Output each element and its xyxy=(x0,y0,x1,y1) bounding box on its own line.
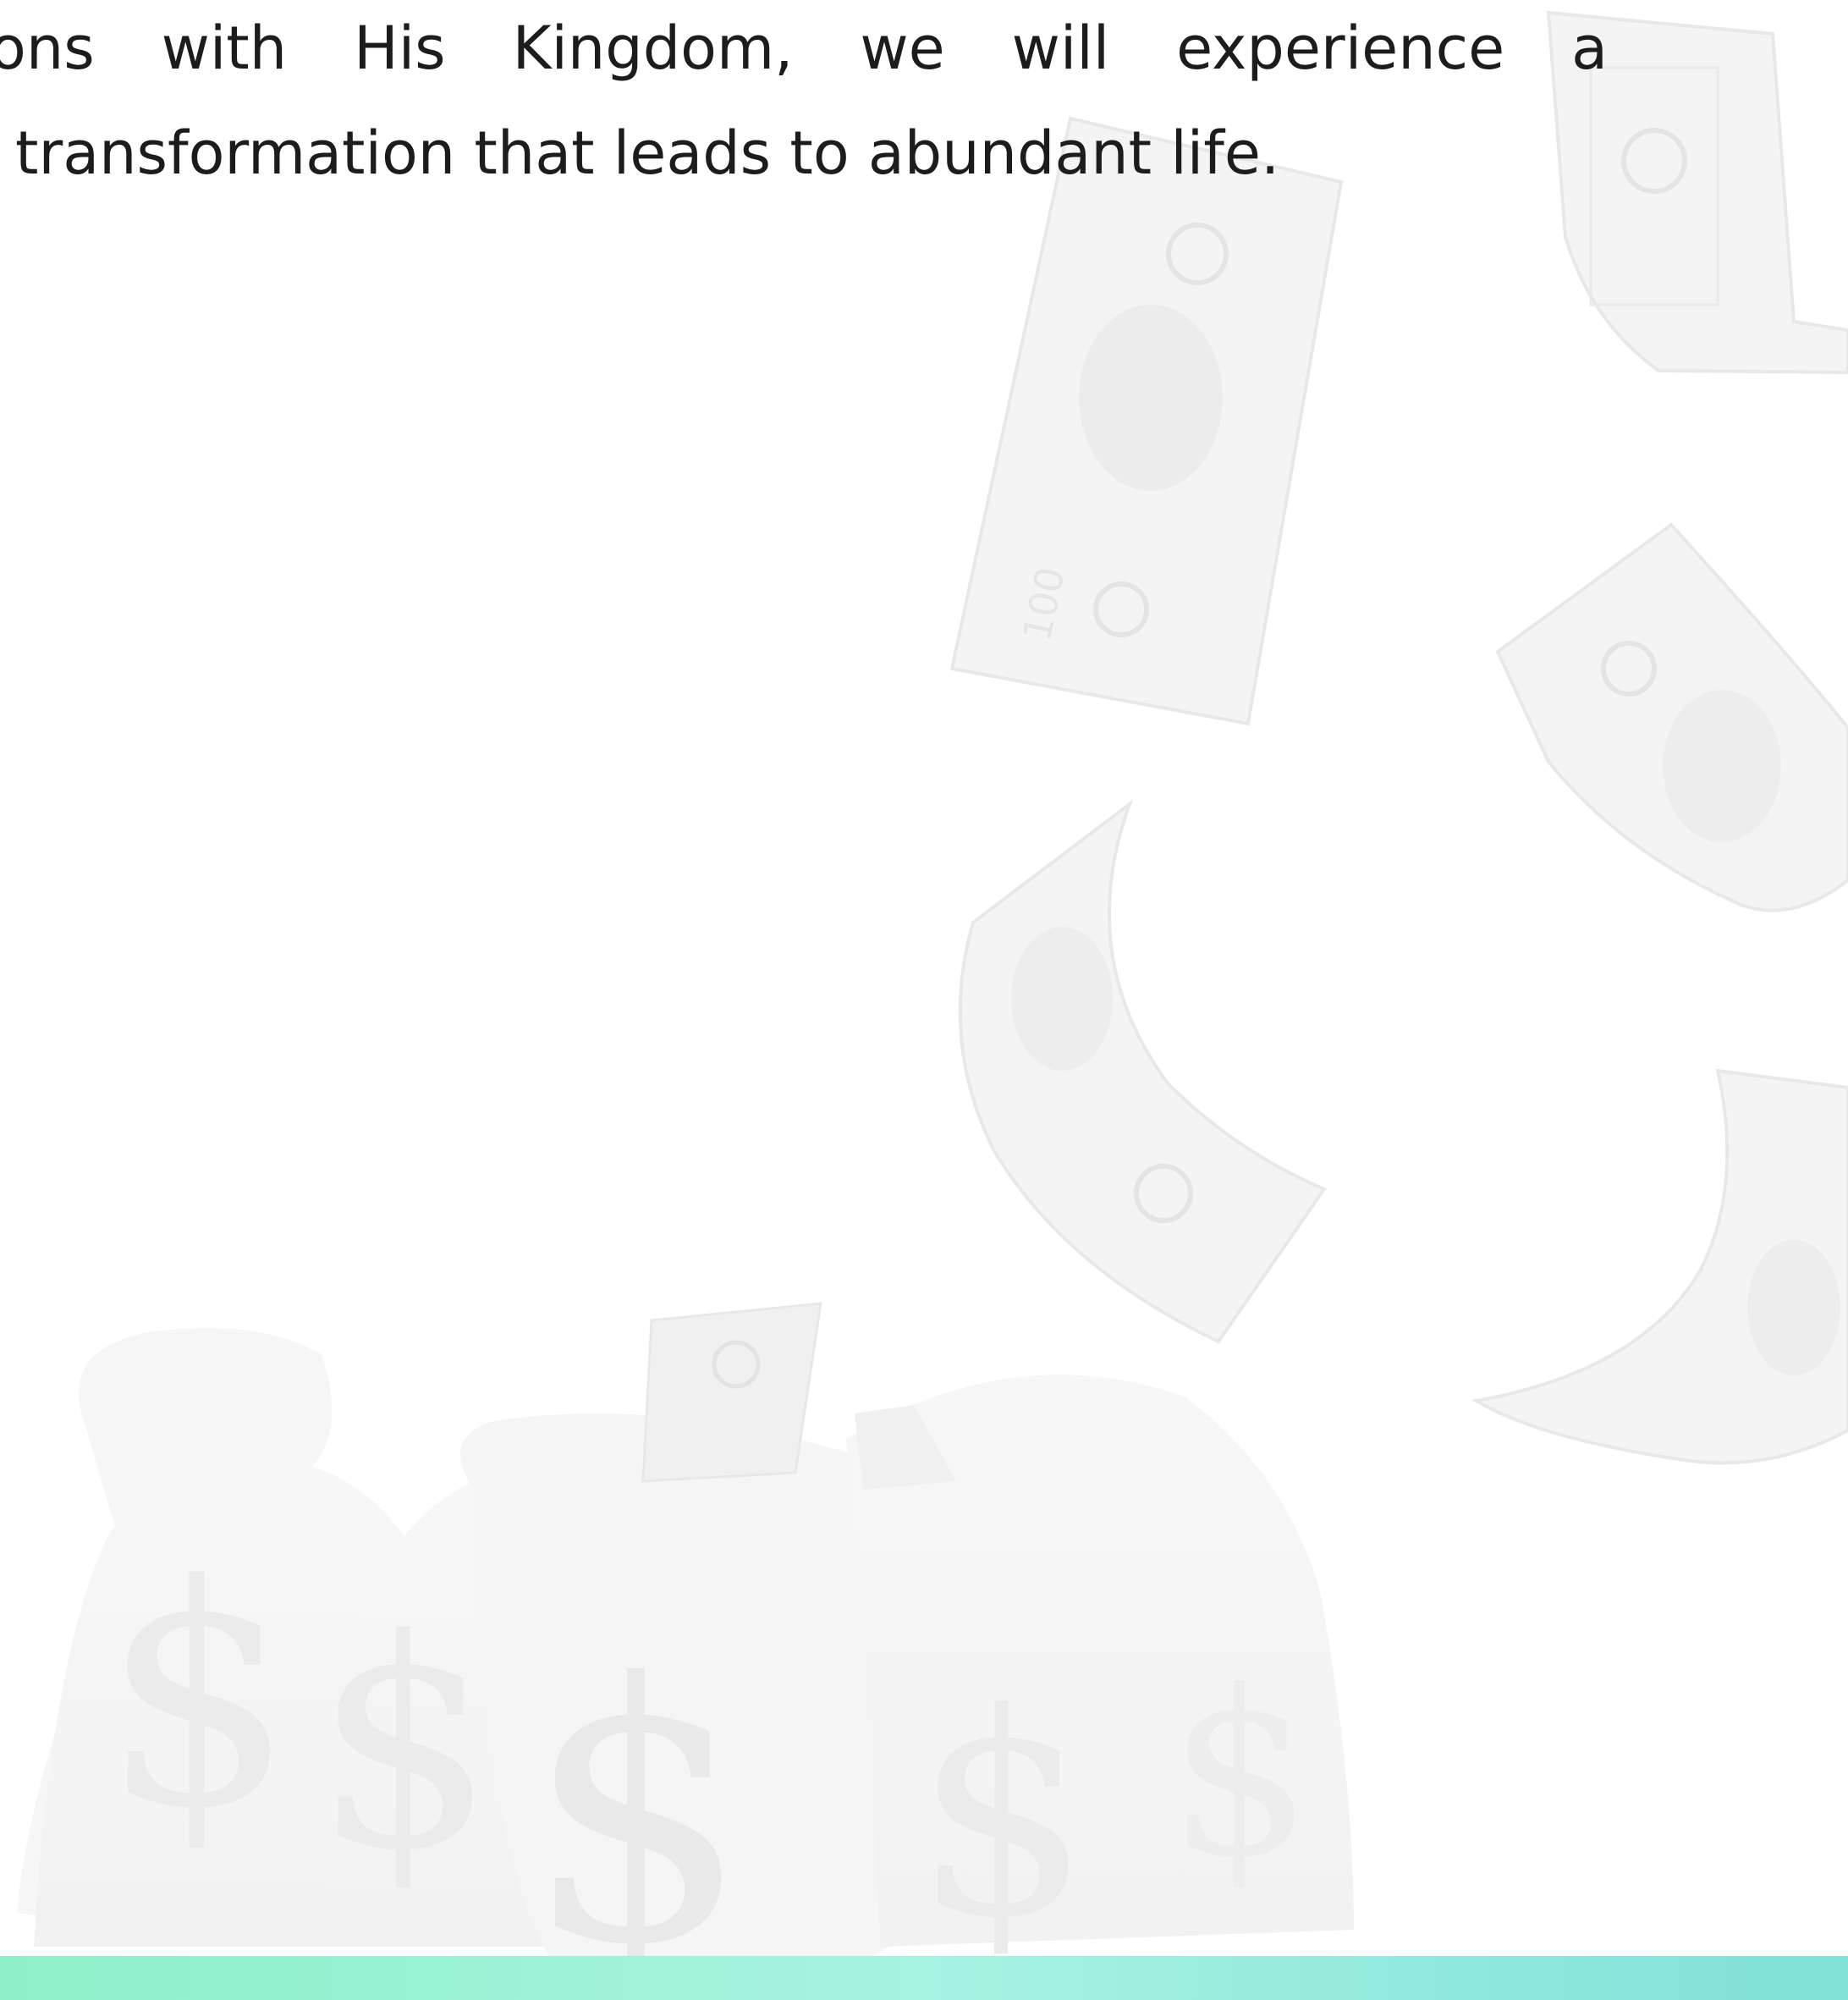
banknote-icon xyxy=(958,799,1328,1344)
word: ons xyxy=(0,14,95,83)
svg-text:$: $ xyxy=(525,1609,751,2000)
banknote-icon xyxy=(1471,1068,1848,1465)
banknote-icon xyxy=(1495,522,1848,912)
word: we xyxy=(860,14,945,83)
svg-text:$: $ xyxy=(102,1520,295,1875)
document-page: 100 $ $ $ $ $ ons with His Kingdom, we w… xyxy=(0,0,1848,2000)
word: Kingdom, xyxy=(512,14,794,83)
word: with xyxy=(161,14,288,83)
word: a xyxy=(1571,14,1608,83)
word: His xyxy=(354,14,446,83)
paragraph-line-2: transformation that leads to abundant li… xyxy=(15,118,1280,188)
paragraph-line-1: ons with His Kingdom, we will experience… xyxy=(0,19,1608,78)
svg-text:$: $ xyxy=(1168,1641,1313,1908)
word: experience xyxy=(1176,14,1505,83)
word: will xyxy=(1011,14,1110,83)
svg-text:$: $ xyxy=(313,1579,496,1914)
falling-money-bags-icon: 100 $ $ $ $ $ xyxy=(17,10,1848,2000)
money-bags-icon: $ $ $ $ $ xyxy=(17,1302,1354,2000)
svg-text:$: $ xyxy=(914,1654,1092,1979)
footer-accent-bar xyxy=(0,1956,1848,2000)
banknote-icon: 100 xyxy=(949,116,1344,726)
